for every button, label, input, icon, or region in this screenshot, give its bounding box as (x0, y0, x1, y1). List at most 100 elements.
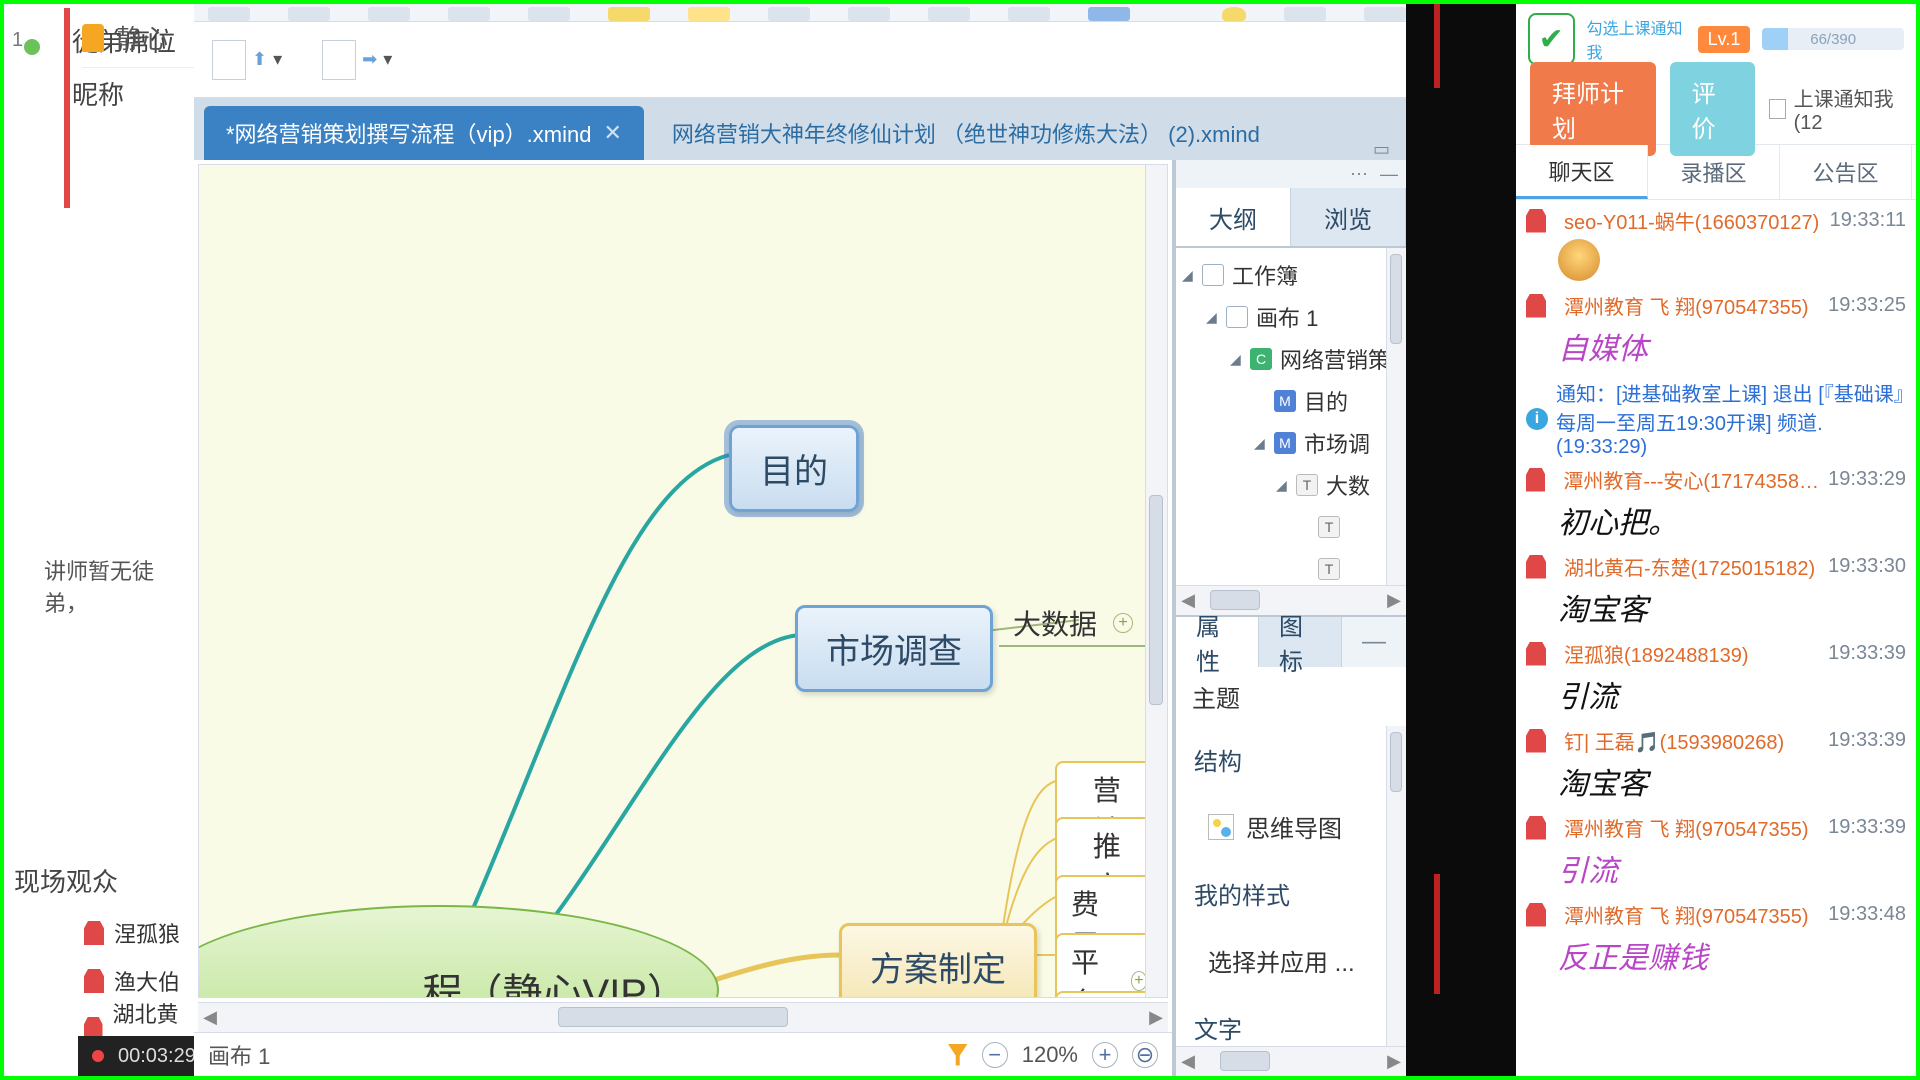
export-button[interactable]: ➡▾ (322, 40, 392, 80)
props-mystyle-header: 我的样式 (1176, 860, 1406, 927)
props-list[interactable]: 结构 思维导图 我的样式 选择并应用 ... 文字 (1176, 726, 1406, 1046)
scroll-left-icon[interactable]: ◀ (198, 1003, 222, 1031)
tree-hscroll[interactable]: ◀▶ (1176, 585, 1406, 615)
tree-topic-blank[interactable]: T (1176, 548, 1406, 585)
canvas-hscroll[interactable]: ◀ ▶ (198, 1002, 1168, 1032)
canvas-vscroll[interactable] (1145, 165, 1167, 997)
tab-outline[interactable]: 大纲 (1176, 188, 1291, 246)
toolbar-icon[interactable] (928, 7, 970, 21)
outline-tree[interactable]: ◢工作簿 ◢画布 1 ◢C网络营销策 M目的 ◢M市场调 ◢T大数 T T T (1176, 248, 1406, 585)
chat-message: 钉| 王磊🎵(1593980268)19:33:39淘宝客 (1526, 726, 1906, 807)
emoji-icon (1558, 239, 1600, 281)
msg-username[interactable]: 潭州教育 飞 翔(970547355) (1564, 291, 1809, 320)
image-icon[interactable] (1088, 7, 1130, 21)
tab-chat[interactable]: 聊天区 (1516, 145, 1648, 199)
tab-record[interactable]: 录播区 (1648, 145, 1780, 199)
msg-username[interactable]: 潭州教育 飞 翔(970547355) (1564, 900, 1809, 929)
tab-properties[interactable]: 属性 (1176, 617, 1259, 667)
mentor-plan-button[interactable]: 拜师计划 (1530, 62, 1656, 156)
section-nickname: 昵称 (4, 67, 194, 120)
import-button[interactable]: ⬆▾ (212, 40, 282, 80)
props-structure-value[interactable]: 思维导图 (1176, 793, 1406, 860)
zoom-fit-button[interactable]: ⊖ (1132, 1042, 1158, 1068)
mindmap-canvas[interactable]: 程（静心VIP） 目的 市场调查 大数据+ 方案制定 2营销策略+ 3推广策略+… (198, 164, 1168, 998)
note-icon[interactable] (688, 7, 730, 21)
toolbar-icon[interactable] (288, 7, 330, 21)
props-choose-style[interactable]: 选择并应用 ... (1176, 927, 1406, 994)
panel-collapse-icon[interactable]: — (1342, 617, 1406, 667)
toolbar-icon[interactable] (528, 7, 570, 21)
tab-inactive[interactable]: 网络营销大神年终修仙计划 （绝世神功修炼大法） (2).xmind (650, 106, 1282, 160)
msg-body: 初心把。 (1526, 494, 1906, 546)
toolbar-icon[interactable] (848, 7, 890, 21)
accent-bar (64, 8, 70, 208)
arrow-right-icon: ➡ (362, 49, 377, 70)
tree-main-2[interactable]: ◢M市场调 (1176, 422, 1406, 464)
tree-main-1[interactable]: M目的 (1176, 380, 1406, 422)
connectors (199, 165, 1167, 997)
panel-menu-icon[interactable]: ⋯ (1350, 164, 1368, 185)
maximize-icon[interactable]: ▭ (1373, 139, 1390, 160)
root-node[interactable]: 程（静心VIP） (198, 905, 719, 998)
msg-username[interactable]: 潭州教育---安心(1717435841) (1563, 465, 1820, 494)
check-badge-icon: ✔ (1528, 13, 1575, 65)
toolbar-icon[interactable] (368, 7, 410, 21)
chat-message-list[interactable]: seo-Y011-蜗牛(1660370127)19:33:11潭州教育 飞 翔(… (1516, 200, 1916, 987)
scroll-right-icon[interactable]: ▶ (1144, 1003, 1168, 1031)
zoom-out-button[interactable]: − (982, 1042, 1008, 1068)
panel-minimize-icon[interactable]: — (1380, 164, 1398, 185)
props-hscroll[interactable]: ◀▶ (1176, 1046, 1406, 1076)
level-progress: 66/390 (1762, 28, 1904, 50)
broadcast-text: 勾选上课通知我 (1587, 15, 1686, 63)
tree-topic-1[interactable]: ◢T大数 (1176, 464, 1406, 506)
mic-icon (82, 24, 104, 52)
sheet-name[interactable]: 画布 1 (208, 1039, 270, 1071)
msg-username[interactable]: 潭州教育 飞 翔(970547355) (1564, 813, 1809, 842)
filter-icon[interactable] (948, 1044, 968, 1066)
msg-username[interactable]: 涅孤狼(1892488139) (1564, 639, 1749, 668)
notify-checkbox[interactable]: 上课通知我(12 (1769, 83, 1902, 135)
zoom-in-button[interactable]: + (1092, 1042, 1118, 1068)
leaf-big-data[interactable]: 大数据+ (1013, 603, 1133, 643)
main-toolbar[interactable] (194, 4, 1406, 22)
scroll-thumb[interactable] (558, 1007, 788, 1027)
toolbar-icon[interactable] (768, 7, 810, 21)
toolbar-icon[interactable] (1008, 7, 1050, 21)
audience-item[interactable]: 涅孤狼 (84, 909, 194, 957)
toolbar-icon[interactable] (1284, 7, 1326, 21)
canvas-status-bar: 画布 1 − 120% + ⊖ (194, 1032, 1172, 1076)
msg-username[interactable]: seo-Y011-蜗牛(1660370127) (1564, 206, 1819, 235)
side-panels: ⋯ — 大纲 浏览 ◢工作簿 ◢画布 1 ◢C网络营销策 M目的 ◢M市场调 ◢… (1174, 160, 1406, 1076)
bulb-icon[interactable] (1222, 7, 1246, 21)
tree-workbook[interactable]: ◢工作簿 (1176, 254, 1406, 296)
tab-active[interactable]: *网络营销策划撰写流程（vip）.xmind ✕ (204, 106, 644, 160)
toolbar-icon[interactable] (448, 7, 490, 21)
folder-icon[interactable] (608, 7, 650, 21)
node-plan[interactable]: 方案制定 (839, 923, 1037, 998)
tree-vscroll[interactable] (1386, 248, 1406, 585)
props-vscroll[interactable] (1386, 726, 1406, 1046)
tree-canvas[interactable]: ◢画布 1 (1176, 296, 1406, 338)
tree-central[interactable]: ◢C网络营销策 (1176, 338, 1406, 380)
tab-icons[interactable]: 图标 (1259, 617, 1342, 667)
msg-body: 淘宝客 (1526, 581, 1906, 633)
tree-topic-blank[interactable]: T (1176, 506, 1406, 548)
msg-timestamp: 19:33:25 (1828, 294, 1906, 317)
speaker-row[interactable]: 静心 (82, 8, 194, 68)
msg-username[interactable]: 钉| 王磊🎵(1593980268) (1564, 726, 1784, 755)
node-market-research[interactable]: 市场调查 (795, 605, 993, 692)
msg-username[interactable]: 湖北黄石-东楚(1725015182) (1564, 552, 1815, 581)
tab-notice[interactable]: 公告区 (1780, 145, 1912, 199)
msg-timestamp: 19:33:39 (1828, 816, 1906, 839)
toolbar-icon[interactable] (1364, 7, 1406, 21)
chat-message: 潭州教育 飞 翔(970547355)19:33:25自媒体 (1526, 291, 1906, 372)
chat-message: 涅孤狼(1892488139)19:33:39引流 (1526, 639, 1906, 720)
secondary-toolbar[interactable]: ⬆▾ ➡▾ (194, 22, 1406, 98)
rate-button[interactable]: 评价 (1670, 62, 1755, 156)
expand-icon[interactable]: + (1113, 613, 1133, 633)
toolbar-icon[interactable] (208, 7, 250, 21)
online-dot-icon (24, 39, 40, 55)
node-purpose[interactable]: 目的 (729, 425, 859, 512)
close-icon[interactable]: ✕ (603, 120, 621, 146)
tab-browse[interactable]: 浏览 (1291, 188, 1406, 246)
